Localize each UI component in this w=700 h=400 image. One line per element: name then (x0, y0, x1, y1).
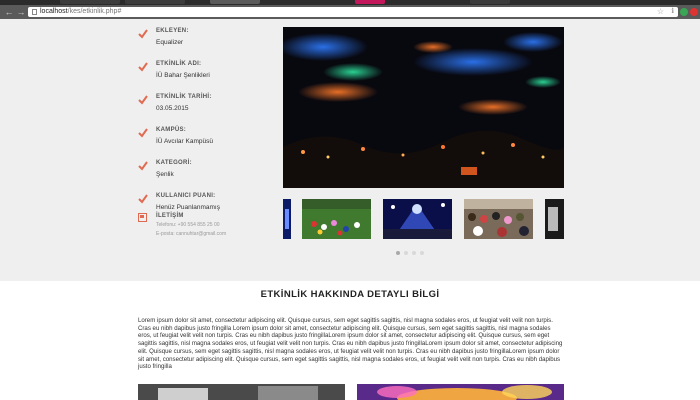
adblock-extension-icon[interactable] (690, 8, 698, 16)
url-host: localhost (40, 8, 68, 15)
contact-block: İLETİŞİM Telefonu: +90 554 855 25 00 E-p… (138, 212, 298, 239)
browser-tab[interactable] (355, 0, 385, 4)
info-item-event-name: ETKİNLİK ADI: İÜ Bahar Şenlikleri (138, 60, 278, 91)
info-label: KULLANICI PUANI: (156, 193, 216, 199)
browser-tab[interactable] (125, 0, 185, 4)
info-value: İÜ Bahar Şenlikleri (156, 72, 210, 79)
contact-email[interactable]: E-posta: cannuhtar@gmail.com (156, 230, 298, 239)
event-header-section: EKLEYEN: Equalizer ETKİNLİK ADI: İÜ Baha… (0, 19, 700, 281)
url-path: /kes/etkinlik.php# (67, 8, 122, 15)
details-title: ETKİNLİK HAKKINDA DETAYLI BİLGİ (260, 289, 440, 300)
thumbnail-strip (283, 199, 564, 239)
thumbnail-image (302, 199, 371, 239)
info-value: Equalizer (156, 39, 184, 46)
check-icon (138, 62, 148, 72)
details-photo-image (357, 384, 564, 400)
carousel-dot[interactable] (412, 251, 416, 255)
thumbnail-image (464, 199, 533, 239)
main-event-photo[interactable] (283, 27, 564, 188)
info-label: KAMPÜS: (156, 127, 187, 133)
check-icon (138, 29, 148, 39)
bookmark-star-icon[interactable]: ☆ (657, 7, 664, 17)
info-item-event-date: ETKİNLİK TARİHİ: 03.05.2015 (138, 93, 278, 124)
check-icon (138, 194, 148, 204)
info-label: ETKİNLİK ADI: (156, 61, 202, 67)
details-photo-right[interactable] (357, 384, 564, 400)
thumbnail-image (383, 199, 452, 239)
page-icon (32, 9, 37, 15)
info-value: İÜ Avcılar Kampüsü (156, 138, 213, 145)
info-label: ETKİNLİK TARİHİ: (156, 94, 212, 100)
info-item-added-by: EKLEYEN: Equalizer (138, 27, 278, 58)
forward-arrow-icon[interactable]: → (16, 7, 26, 17)
browser-tab[interactable] (470, 0, 510, 4)
carousel-dots (396, 251, 424, 255)
info-label: EKLEYEN: (156, 28, 189, 34)
check-icon (138, 95, 148, 105)
event-details-section: ETKİNLİK HAKKINDA DETAYLI BİLGİ Lorem ip… (0, 281, 700, 400)
info-value: 03.05.2015 (156, 105, 189, 112)
back-arrow-icon[interactable]: ← (4, 7, 14, 17)
info-item-category: KATEGORİ: Şenlik (138, 159, 278, 190)
info-value: Şenlik (156, 171, 174, 178)
info-item-campus: KAMPÜS: İÜ Avcılar Kampüsü (138, 126, 278, 157)
concert-photo-image (283, 27, 564, 188)
thumbnail-festival-crowd[interactable] (464, 199, 533, 239)
address-bar[interactable]: localhost/kes/etkinlik.php# ☆ ℹ (28, 7, 678, 17)
thumbnail-lawn-crowd[interactable] (302, 199, 371, 239)
thumbnail-partial-right[interactable] (545, 199, 564, 239)
browser-toolbar: ← → localhost/kes/etkinlik.php# ☆ ℹ (0, 5, 700, 19)
details-photo-left[interactable] (138, 384, 345, 400)
check-icon (138, 161, 148, 171)
browser-tab[interactable] (60, 0, 120, 4)
thumbnail-image (283, 199, 291, 239)
carousel-dot[interactable] (404, 251, 408, 255)
info-label: KATEGORİ: (156, 160, 192, 166)
event-info-list: EKLEYEN: Equalizer ETKİNLİK ADI: İÜ Baha… (138, 25, 278, 223)
browser-tab-active[interactable] (210, 0, 260, 4)
contact-phone: Telefonu: +90 554 855 25 00 (156, 222, 220, 228)
thumbnail-stage-lights[interactable] (383, 199, 452, 239)
details-photo-image (138, 384, 345, 400)
contact-title: İLETİŞİM (156, 213, 184, 219)
contact-card-icon (138, 213, 147, 222)
carousel-dot[interactable] (396, 251, 400, 255)
download-extension-icon[interactable] (680, 8, 688, 16)
check-icon (138, 128, 148, 138)
page-info-icon[interactable]: ℹ (671, 7, 674, 17)
thumbnail-partial-left[interactable] (283, 199, 291, 239)
carousel-dot[interactable] (420, 251, 424, 255)
details-body: Lorem ipsum dolor sit amet, consectetur … (138, 317, 563, 371)
thumbnail-image (545, 199, 564, 239)
